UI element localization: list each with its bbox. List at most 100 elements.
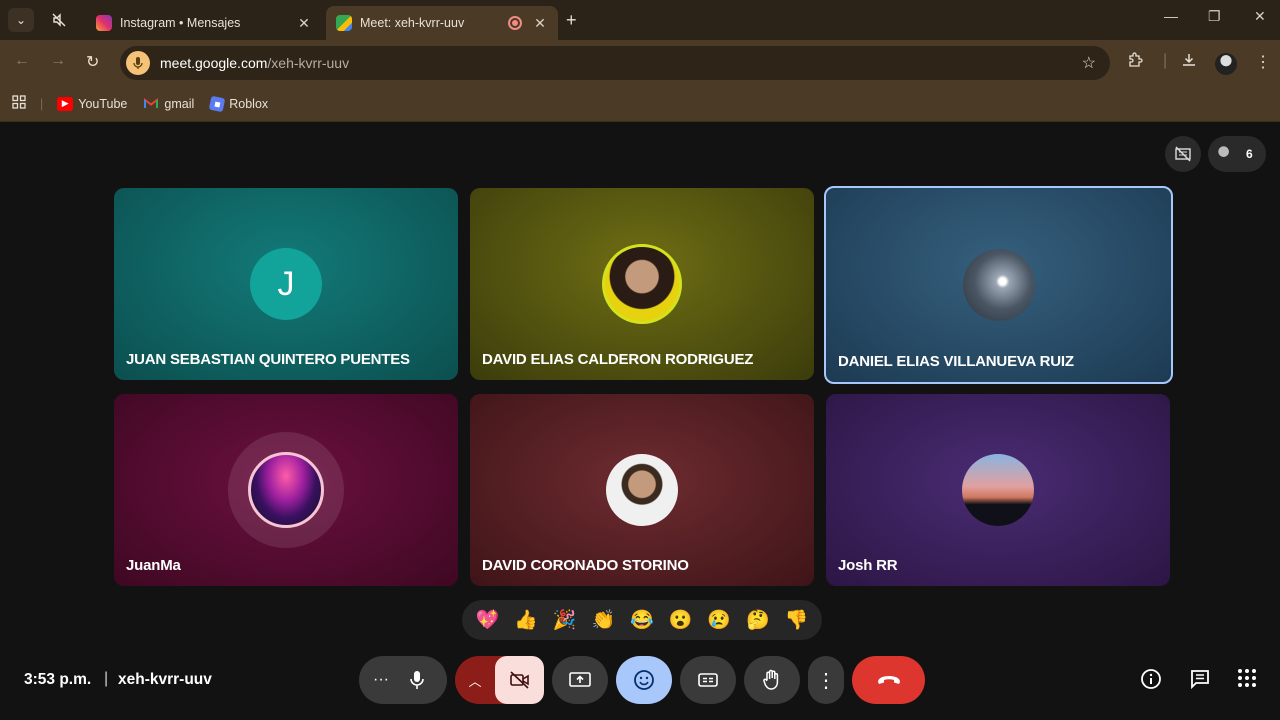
participant-tile-active-speaker[interactable]: DANIEL ELIAS VILLANUEVA RUIZ: [824, 186, 1173, 384]
bottom-divider: |: [104, 670, 109, 687]
more-vert-icon: ⋮: [816, 669, 836, 692]
present-screen-button[interactable]: [552, 656, 608, 704]
end-call-icon: [877, 676, 900, 684]
tab-title: Instagram • Mensajes: [120, 16, 241, 30]
meeting-time: 3:53 p.m.: [24, 671, 92, 688]
profile-avatar[interactable]: [1215, 53, 1237, 75]
tab-strip: ⌄ Instagram • Mensajes ✕ Meet: xeh-kvrr-…: [0, 0, 1280, 40]
participant-tile[interactable]: Josh RR: [826, 394, 1170, 586]
meeting-details-button[interactable]: [1140, 668, 1162, 695]
participant-tile[interactable]: DAVID ELIAS CALDERON RODRIGUEZ: [470, 188, 814, 380]
menu-kebab-icon[interactable]: ⋮: [1255, 52, 1271, 72]
avatar: [963, 249, 1035, 321]
gmail-icon: [143, 97, 159, 111]
new-tab-button[interactable]: +: [566, 10, 577, 31]
captions-button[interactable]: [680, 656, 736, 704]
minimize-icon[interactable]: —: [1164, 8, 1178, 24]
no-video-icon: [1175, 146, 1191, 162]
participant-name: JuanMa: [126, 557, 181, 574]
tab-meet[interactable]: Meet: xeh-kvrr-uuv ✕: [326, 6, 558, 40]
reactions-button[interactable]: [616, 656, 672, 704]
microphone-icon: [410, 671, 424, 689]
forward-arrow-icon[interactable]: →: [50, 52, 66, 70]
bookmarks-bar: | ▶ YouTube gmail Roblox: [0, 86, 1280, 122]
address-bar[interactable]: meet.google.com/xeh-kvrr-uuv ☆: [120, 46, 1110, 80]
bookmark-label: Roblox: [229, 96, 269, 111]
camera-off-indicator[interactable]: [1165, 136, 1201, 172]
reaction-thumbs-down[interactable]: 👎: [782, 608, 812, 632]
emoji-icon: [634, 670, 654, 690]
meeting-code: xeh-kvrr-uuv: [118, 671, 212, 688]
participant-name: JUAN SEBASTIAN QUINTERO PUENTES: [126, 351, 410, 368]
reaction-clapping[interactable]: 👏: [588, 608, 618, 632]
microphone-button[interactable]: [397, 660, 437, 700]
reaction-thumbs-up[interactable]: 👍: [511, 608, 541, 632]
instagram-icon: [96, 15, 112, 31]
apps-grid-icon[interactable]: [12, 95, 26, 112]
bookmark-star-icon[interactable]: ☆: [1082, 53, 1096, 73]
close-icon[interactable]: ✕: [532, 15, 548, 32]
participant-tile[interactable]: DAVID CORONADO STORINO: [470, 394, 814, 586]
present-screen-icon: [569, 672, 591, 687]
reaction-thinking[interactable]: 🤔: [743, 608, 773, 632]
reaction-sad[interactable]: 😢: [704, 608, 734, 632]
avatar: [602, 244, 682, 324]
restore-icon[interactable]: ❐: [1208, 8, 1221, 25]
tab-search-button[interactable]: ⌄: [8, 8, 34, 32]
audio-settings-more-icon[interactable]: ···: [373, 671, 389, 689]
back-arrow-icon[interactable]: ←: [14, 52, 30, 70]
chevron-down-icon: ⌄: [15, 13, 27, 27]
participant-count: 6: [1246, 147, 1253, 161]
participant-name: DANIEL ELIAS VILLANUEVA RUIZ: [838, 353, 1074, 370]
chat-button[interactable]: [1189, 668, 1211, 695]
tab-title: Meet: xeh-kvrr-uuv: [360, 16, 465, 30]
raise-hand-button[interactable]: [744, 656, 800, 704]
extensions-icon[interactable]: [1127, 52, 1143, 73]
camera-button[interactable]: [495, 656, 544, 704]
camera-options-chevron-icon[interactable]: ︿: [455, 671, 495, 690]
recording-icon: [508, 16, 522, 30]
window-close-icon[interactable]: ✕: [1254, 8, 1266, 25]
bookmarks-separator: |: [40, 96, 44, 111]
reaction-laughing[interactable]: 😂: [627, 608, 657, 632]
google-meet-icon: [336, 15, 352, 31]
bookmark-label: YouTube: [78, 96, 128, 111]
activities-button[interactable]: [1237, 668, 1257, 693]
bookmark-roblox[interactable]: Roblox: [208, 95, 269, 112]
reload-icon[interactable]: ↻: [86, 52, 99, 72]
participants-button[interactable]: 6: [1208, 136, 1266, 172]
bookmark-gmail[interactable]: gmail: [143, 97, 194, 111]
chat-icon: [1191, 670, 1209, 690]
avatar-letter: J: [277, 264, 295, 303]
reaction-sparkling-heart[interactable]: 💖: [472, 608, 502, 632]
browser-toolbar: ← → ↻ meet.google.com/xeh-kvrr-uuv ☆ | ⋮: [0, 40, 1280, 86]
leave-call-button[interactable]: [852, 656, 925, 704]
participant-tile[interactable]: JuanMa: [114, 394, 458, 586]
microphone-in-use-icon[interactable]: [126, 51, 150, 75]
participant-tile[interactable]: J JUAN SEBASTIAN QUINTERO PUENTES: [114, 188, 458, 380]
reactions-bar: 💖 👍 🎉 👏 😂 😮 😢 🤔 👎: [462, 600, 822, 640]
youtube-icon: ▶: [57, 96, 74, 111]
avatar: [606, 454, 678, 526]
close-icon[interactable]: ✕: [296, 15, 312, 32]
apps-grid-icon: [1238, 669, 1256, 687]
participant-name: Josh RR: [838, 557, 898, 574]
toolbar-separator: |: [1163, 52, 1168, 69]
raise-hand-icon: [763, 669, 779, 690]
bookmark-youtube[interactable]: ▶ YouTube: [57, 96, 128, 111]
avatar: J: [250, 248, 322, 320]
more-options-button[interactable]: ⋮: [808, 656, 844, 704]
microphone-control-group: ···: [359, 656, 447, 704]
reaction-surprised[interactable]: 😮: [666, 608, 696, 632]
bookmark-label: gmail: [164, 96, 195, 111]
roblox-icon: [208, 95, 226, 112]
participant-name: DAVID CORONADO STORINO: [482, 557, 689, 574]
participant-avatars-icon: [1214, 142, 1238, 166]
closed-captions-icon: [698, 673, 718, 687]
participant-name: DAVID ELIAS CALDERON RODRIGUEZ: [482, 351, 754, 368]
info-icon: [1141, 669, 1161, 689]
reaction-party-popper[interactable]: 🎉: [550, 608, 580, 632]
mute-tab-button[interactable]: [46, 8, 72, 32]
tab-instagram[interactable]: Instagram • Mensajes ✕: [86, 6, 322, 40]
download-icon[interactable]: [1181, 52, 1197, 73]
